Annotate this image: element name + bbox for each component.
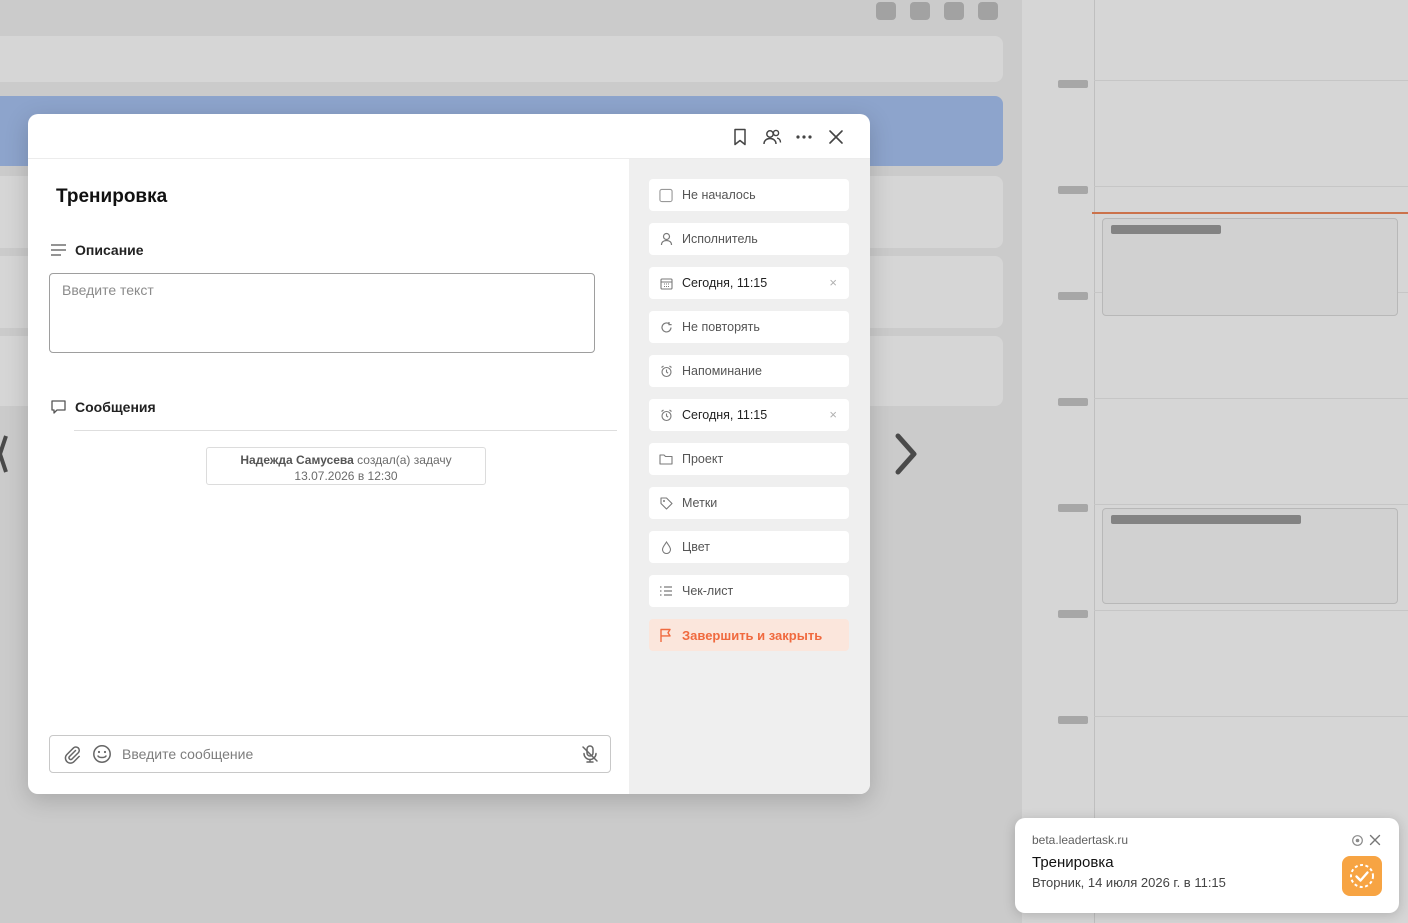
checklist-item[interactable]: Чек-лист xyxy=(649,575,849,607)
reminder-label: Напоминание xyxy=(682,364,762,378)
prev-arrow-icon[interactable] xyxy=(0,432,8,476)
tags-item[interactable]: Метки xyxy=(649,487,849,519)
messages-divider xyxy=(74,430,617,431)
messages-label: Сообщения xyxy=(75,399,156,415)
notification-text: Вторник, 14 июля 2026 г. в 11:15 xyxy=(1032,875,1226,890)
date-value: Сегодня, 11:15 xyxy=(682,276,768,290)
message-composer xyxy=(49,735,611,773)
repeat-icon xyxy=(659,320,673,334)
notification-site: beta.leadertask.ru xyxy=(1032,833,1129,847)
close-icon[interactable] xyxy=(826,126,846,148)
assignee-item[interactable]: Исполнитель xyxy=(649,223,849,255)
tags-label: Метки xyxy=(682,496,718,510)
color-drop-icon xyxy=(659,540,673,554)
alarm-clock-icon xyxy=(659,364,673,378)
finish-and-close-button[interactable]: Завершить и закрыть xyxy=(649,619,849,651)
clear-reminder-button[interactable]: × xyxy=(829,407,837,422)
reminder-time-value: Сегодня, 11:15 xyxy=(682,408,768,422)
description-placeholder: Введите текст xyxy=(62,282,154,298)
finish-label: Завершить и закрыть xyxy=(682,627,823,643)
notification-close-icon[interactable] xyxy=(1367,832,1383,848)
color-label: Цвет xyxy=(682,540,711,554)
checklist-label: Чек-лист xyxy=(682,584,734,598)
more-options-icon[interactable] xyxy=(794,126,814,148)
repeat-label: Не повторять xyxy=(682,320,760,334)
task-created-event: Надежда Самусева создал(а) задачу 13.07.… xyxy=(206,447,486,485)
status-checkbox-item[interactable]: Не началось xyxy=(649,179,849,211)
description-section-label: Описание xyxy=(50,242,144,258)
created-author: Надежда Самусева xyxy=(240,453,354,467)
task-properties-pane: Не началось Исполнитель Сегодня, 11:15 ×… xyxy=(629,159,870,794)
description-lines-icon xyxy=(51,244,66,256)
paperclip-icon[interactable] xyxy=(62,744,82,764)
user-icon xyxy=(659,232,673,246)
message-input[interactable] xyxy=(122,746,580,762)
created-date: 13.07.2026 в 12:30 xyxy=(294,469,398,483)
tag-icon xyxy=(659,496,673,510)
clear-date-button[interactable]: × xyxy=(829,275,837,290)
message-bubble-icon xyxy=(51,400,66,414)
project-item[interactable]: Проект xyxy=(649,443,849,475)
bookmark-icon[interactable] xyxy=(730,126,750,148)
users-icon[interactable] xyxy=(762,126,782,148)
task-details-pane: Тренировка Описание Введите текст Сообще… xyxy=(28,159,629,794)
date-item[interactable]: Сегодня, 11:15 × xyxy=(649,267,849,299)
checkbox-icon[interactable] xyxy=(659,188,673,202)
emoji-icon[interactable] xyxy=(92,744,112,764)
repeat-item[interactable]: Не повторять xyxy=(649,311,849,343)
reminder-time-item[interactable]: Сегодня, 11:15 × xyxy=(649,399,849,431)
checklist-icon xyxy=(659,584,673,598)
messages-section-label: Сообщения xyxy=(50,399,156,415)
color-item[interactable]: Цвет xyxy=(649,531,849,563)
reminder-item[interactable]: Напоминание xyxy=(649,355,849,387)
created-action: создал(а) задачу xyxy=(357,453,452,467)
app-logo-icon xyxy=(1342,856,1382,896)
flag-icon xyxy=(659,628,673,642)
description-field[interactable]: Введите текст xyxy=(49,273,595,353)
assignee-label: Исполнитель xyxy=(682,232,758,246)
modal-header xyxy=(28,114,870,159)
microphone-muted-icon[interactable] xyxy=(580,744,600,764)
status-label: Не началось xyxy=(682,188,756,202)
notification-title: Тренировка xyxy=(1032,854,1114,871)
task-title[interactable]: Тренировка xyxy=(56,186,167,208)
calendar-icon xyxy=(659,276,673,290)
reminder-notification[interactable]: beta.leadertask.ru Тренировка Вторник, 1… xyxy=(1015,818,1399,913)
folder-icon xyxy=(659,452,673,466)
task-modal: Тренировка Описание Введите текст Сообще… xyxy=(28,114,870,794)
alarm-clock-icon xyxy=(659,408,673,422)
next-arrow-icon[interactable] xyxy=(890,432,920,476)
project-label: Проект xyxy=(682,452,724,466)
notification-settings-icon[interactable] xyxy=(1349,832,1365,848)
description-label: Описание xyxy=(75,242,144,258)
